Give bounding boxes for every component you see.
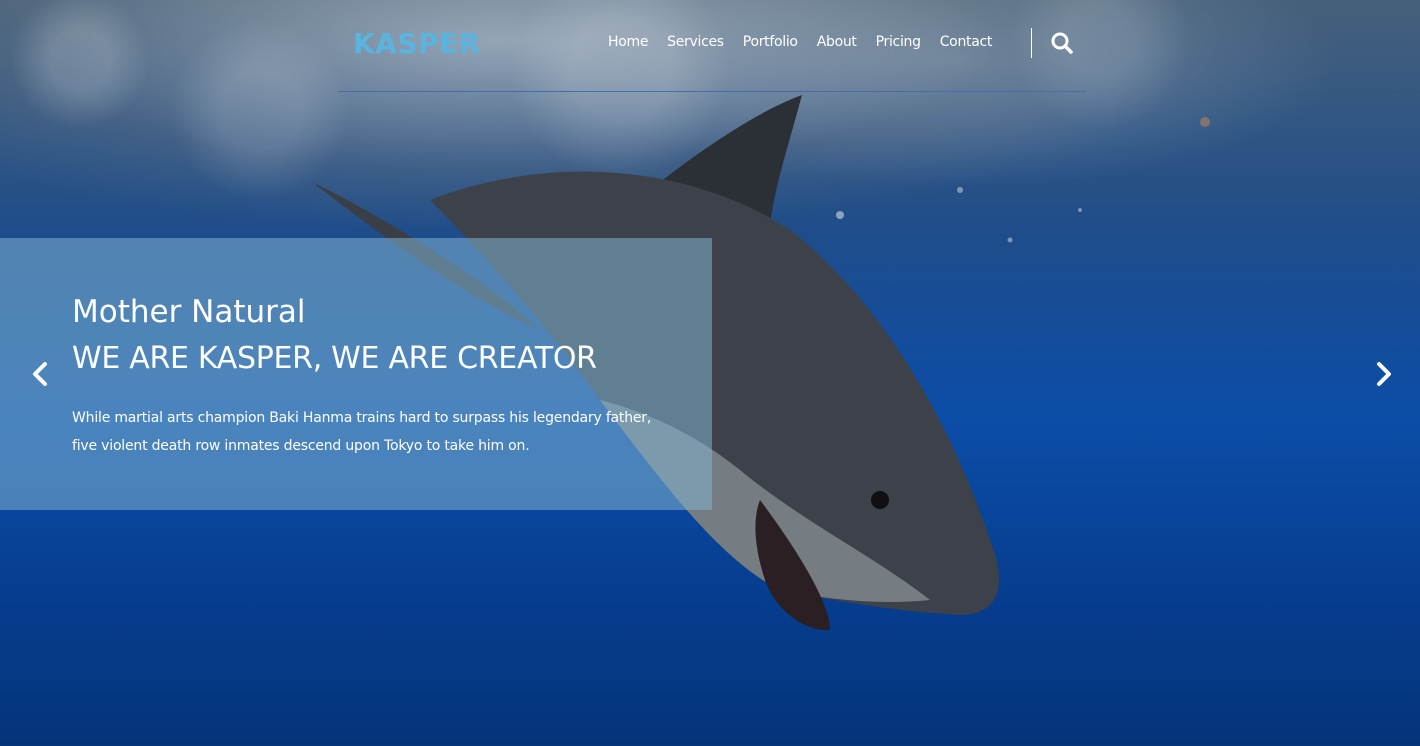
nav-item-home[interactable]: Home [608,34,648,50]
nav-item-pricing[interactable]: Pricing [876,34,921,50]
slide-title: Mother Natural [72,294,306,330]
nav-item-contact[interactable]: Contact [940,34,993,50]
site-header: KASPER Home Services Portfolio About Pri… [338,0,1086,92]
chevron-right-icon[interactable] [1372,360,1396,388]
nav-item-services[interactable]: Services [667,34,724,50]
slide-description: While martial arts champion Baki Hanma t… [72,410,652,454]
search-icon[interactable] [1050,31,1074,55]
nav-item-about[interactable]: About [817,34,857,50]
nav-item-portfolio[interactable]: Portfolio [743,34,798,50]
slide-heading: WE ARE KASPER, WE ARE CREATOR [72,341,597,376]
main-nav: Home Services Portfolio About Pricing Co… [608,34,992,50]
nav-divider [1031,28,1032,58]
chevron-left-icon[interactable] [28,360,52,388]
site-logo[interactable]: KASPER [353,27,481,60]
